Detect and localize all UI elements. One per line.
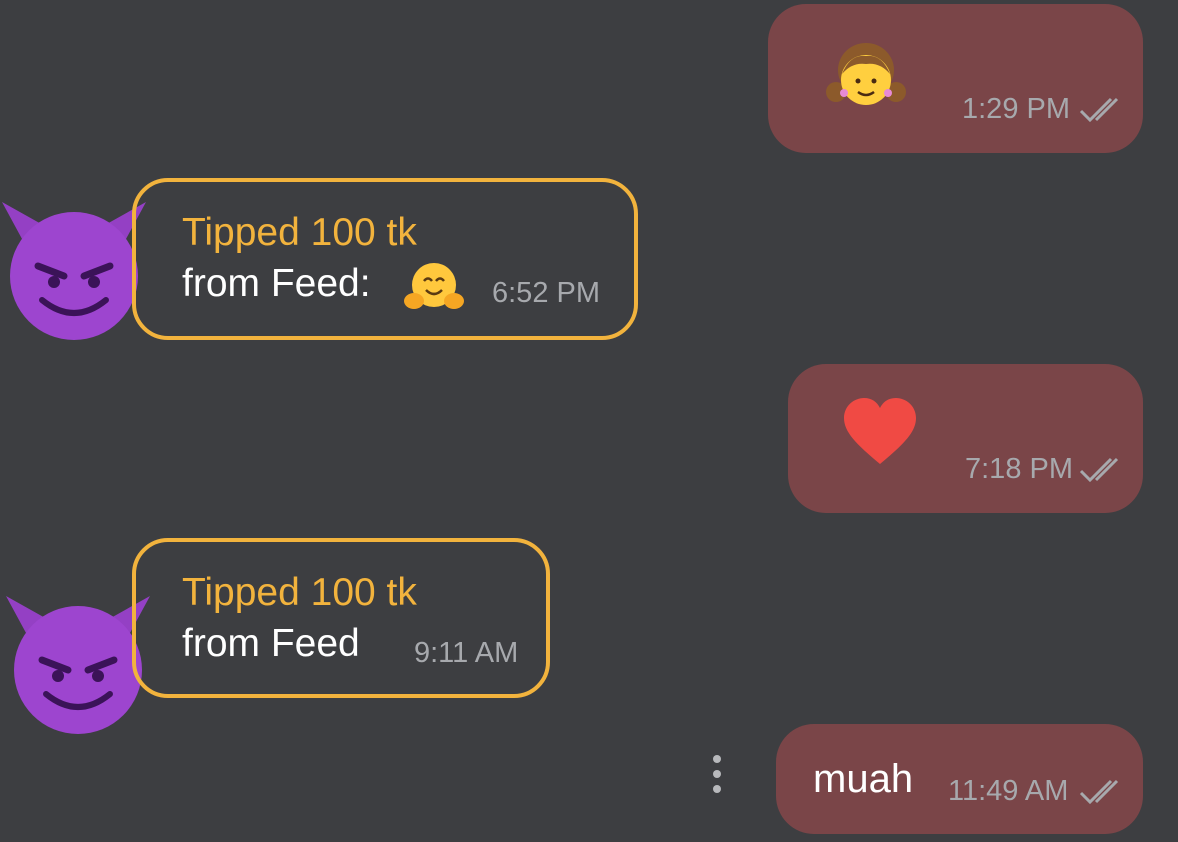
- tip-source-text: from Feed: [182, 622, 360, 665]
- double-check-icon: [1079, 457, 1119, 483]
- message-timestamp: 11:49 AM: [948, 775, 1069, 807]
- message-timestamp: 1:29 PM: [962, 93, 1070, 125]
- more-vertical-icon[interactable]: [707, 754, 727, 794]
- girl-emoji-icon: [826, 43, 906, 105]
- red-heart-emoji-icon: [844, 398, 916, 464]
- hugging-face-emoji-icon: [404, 263, 464, 309]
- message-text: muah: [813, 757, 914, 801]
- message-timestamp: 6:52 PM: [492, 277, 600, 309]
- outgoing-message-bubble[interactable]: muah 11:49 AM: [776, 724, 1143, 834]
- incoming-tip-message-bubble[interactable]: Tipped 100 tk from Feed: 6:52 PM: [132, 178, 638, 340]
- smiling-devil-emoji-icon: [2, 202, 146, 340]
- tip-title: Tipped 100 tk: [182, 211, 417, 254]
- tip-title: Tipped 100 tk: [182, 571, 417, 614]
- smiling-devil-emoji-icon: [6, 596, 150, 734]
- outgoing-message-bubble[interactable]: 7:18 PM: [788, 364, 1143, 513]
- message-timestamp: 9:11 AM: [414, 637, 519, 669]
- message-timestamp: 7:18 PM: [965, 453, 1073, 485]
- double-check-icon: [1079, 97, 1119, 123]
- incoming-tip-message-bubble[interactable]: Tipped 100 tk from Feed 9:11 AM: [132, 538, 550, 698]
- outgoing-message-bubble[interactable]: 1:29 PM: [768, 4, 1143, 153]
- tip-source-text: from Feed:: [182, 262, 371, 305]
- double-check-icon: [1079, 779, 1119, 805]
